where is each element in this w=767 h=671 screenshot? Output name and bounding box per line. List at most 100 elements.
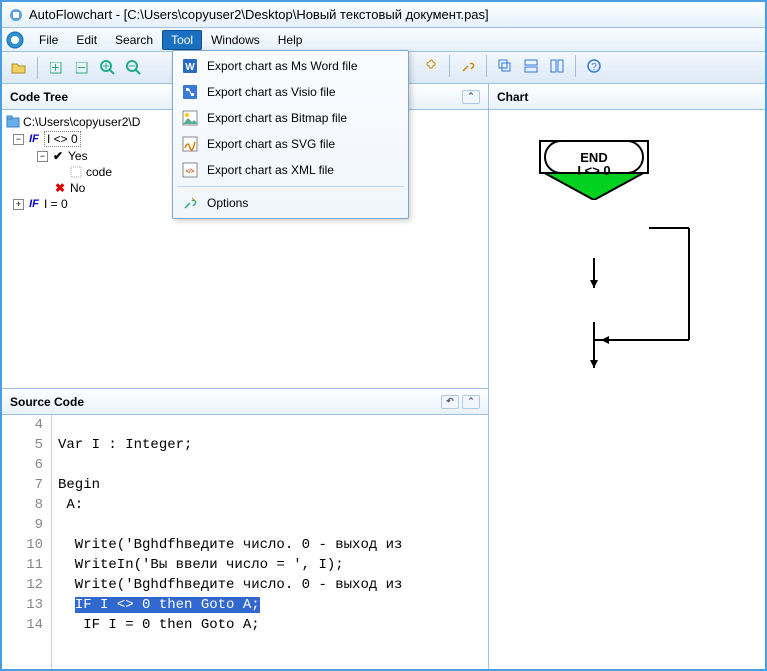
svg-icon <box>181 135 199 153</box>
line-number: 13 <box>2 595 43 615</box>
dropdown-separator <box>177 186 404 187</box>
word-icon: W <box>181 57 199 75</box>
line-number: 8 <box>2 495 43 515</box>
tile-h-button[interactable] <box>520 55 542 77</box>
line-number: 11 <box>2 555 43 575</box>
menu-file[interactable]: File <box>30 30 67 50</box>
source-code-title: Source Code <box>10 395 84 409</box>
source-body[interactable]: 4 5 6 7 8 9 10 11 12 13 14 Var I : Integ… <box>2 415 488 669</box>
panel-collapse-button[interactable]: ⌃ <box>462 395 480 409</box>
panel-collapse-button[interactable]: ⌃ <box>462 90 480 104</box>
tree-root-label: C:\Users\copyuser2\D <box>23 115 140 129</box>
code-line <box>58 455 488 475</box>
menu-tool[interactable]: Tool <box>162 30 202 50</box>
toolbar-separator <box>486 55 487 77</box>
chart-header: Chart <box>489 84 765 110</box>
export-visio-label: Export chart as Visio file <box>207 85 336 99</box>
app-menu-icon[interactable] <box>6 31 24 49</box>
line-number: 6 <box>2 455 43 475</box>
expand-button[interactable] <box>45 57 67 79</box>
chart-body[interactable]: START I <> 0 Code END <box>489 110 765 669</box>
export-bitmap-item[interactable]: Export chart as Bitmap file <box>173 105 408 131</box>
options-icon <box>181 194 199 212</box>
collapse-icon[interactable]: − <box>13 134 24 145</box>
toolbar-separator <box>575 55 576 77</box>
tree-if2-label: I = 0 <box>44 197 68 211</box>
menu-search[interactable]: Search <box>106 30 162 50</box>
tile-v-button[interactable] <box>546 55 568 77</box>
cross-icon: ✖ <box>53 181 67 195</box>
chart-title: Chart <box>497 90 528 104</box>
if-icon: IF <box>27 132 41 146</box>
export-svg-label: Export chart as SVG file <box>207 137 335 151</box>
source-code-header: Source Code ↶ ⌃ <box>2 389 488 415</box>
code-line: A: <box>58 495 488 515</box>
app-icon <box>8 7 24 23</box>
menu-edit[interactable]: Edit <box>67 30 106 50</box>
menu-windows[interactable]: Windows <box>202 30 269 50</box>
settings-button[interactable] <box>420 55 442 77</box>
toolbar-separator <box>37 57 38 79</box>
code-line: Var I : Integer; <box>58 435 488 455</box>
cascade-button[interactable] <box>494 55 516 77</box>
panel-undo-button[interactable]: ↶ <box>441 395 459 409</box>
line-gutter: 4 5 6 7 8 9 10 11 12 13 14 <box>2 415 52 669</box>
help-button[interactable]: ? <box>583 55 605 77</box>
line-number: 12 <box>2 575 43 595</box>
zoom-in-button[interactable] <box>97 57 119 79</box>
right-column: Chart START I <> <box>489 84 765 669</box>
code-line: IF I = 0 then Goto A; <box>58 615 488 635</box>
code-line: WriteIn('Вы ввели число = ', I); <box>58 555 488 575</box>
collapse-button[interactable] <box>71 57 93 79</box>
check-icon: ✔ <box>51 149 65 163</box>
if-icon: IF <box>27 197 41 211</box>
tool-dropdown: W Export chart as Ms Word file Export ch… <box>172 50 409 219</box>
expand-icon[interactable]: + <box>13 199 24 210</box>
collapse-icon[interactable]: − <box>37 151 48 162</box>
line-number: 7 <box>2 475 43 495</box>
tree-code-label: code <box>86 165 112 179</box>
menubar: File Edit Search Tool Windows Help <box>2 28 765 52</box>
line-number: 10 <box>2 535 43 555</box>
export-xml-label: Export chart as XML file <box>207 163 334 177</box>
tools-button[interactable] <box>457 55 479 77</box>
bitmap-icon <box>181 109 199 127</box>
tree-yes-label: Yes <box>68 149 88 163</box>
code-line: Write('Bghdfhведите число. 0 - выход из <box>58 575 488 595</box>
code-line <box>58 415 488 435</box>
source-code-panel: Source Code ↶ ⌃ 4 5 6 7 8 9 10 11 12 13 <box>2 389 488 669</box>
selected-code: IF I <> 0 then Goto A; <box>75 597 260 613</box>
export-xml-item[interactable]: </> Export chart as XML file <box>173 157 408 183</box>
svg-text:?: ? <box>591 62 597 73</box>
titlebar: AutoFlowchart - [C:\Users\copyuser2\Desk… <box>2 2 765 28</box>
line-number: 5 <box>2 435 43 455</box>
code-tree-title: Code Tree <box>10 90 68 104</box>
code-icon <box>69 165 83 179</box>
xml-icon: </> <box>181 161 199 179</box>
export-word-item[interactable]: W Export chart as Ms Word file <box>173 53 408 79</box>
line-number: 14 <box>2 615 43 635</box>
open-button[interactable] <box>8 57 30 79</box>
export-visio-item[interactable]: Export chart as Visio file <box>173 79 408 105</box>
export-svg-item[interactable]: Export chart as SVG file <box>173 131 408 157</box>
code-line: IF I <> 0 then Goto A; <box>58 595 488 615</box>
tree-if1-label: I <> 0 <box>44 131 81 147</box>
options-item[interactable]: Options <box>173 190 408 216</box>
export-bitmap-label: Export chart as Bitmap file <box>207 111 347 125</box>
line-number: 9 <box>2 515 43 535</box>
window-title: AutoFlowchart - [C:\Users\copyuser2\Desk… <box>29 7 489 22</box>
line-number: 4 <box>2 415 43 435</box>
menu-help[interactable]: Help <box>269 30 312 50</box>
toolbar-right-section: ? <box>420 50 605 82</box>
folder-icon <box>6 115 20 129</box>
zoom-out-button[interactable] <box>123 57 145 79</box>
svg-text:W: W <box>185 62 195 73</box>
code-line: Begin <box>58 475 488 495</box>
options-label: Options <box>207 196 248 210</box>
svg-text:</>: </> <box>186 169 195 175</box>
toolbar-separator <box>449 55 450 77</box>
code-area[interactable]: Var I : Integer; Begin A: Write('Bghdfhв… <box>52 415 488 669</box>
tree-no-label: No <box>70 181 85 195</box>
code-line: Write('Bghdfhведите число. 0 - выход из <box>58 535 488 555</box>
code-line <box>58 515 488 535</box>
